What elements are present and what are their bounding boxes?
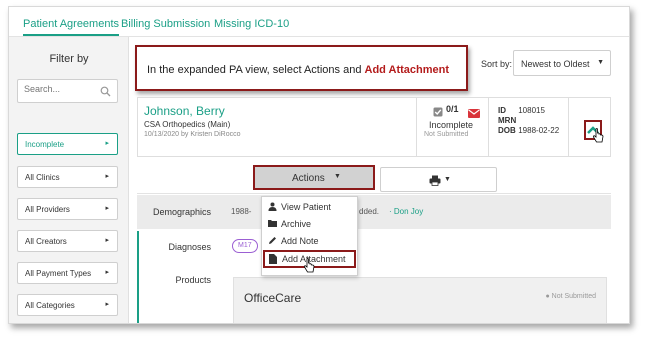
tab-billing-submission[interactable]: Billing Submission (121, 18, 210, 30)
actions-row: Actions ▼ ▼ (137, 158, 611, 194)
instruction-callout: In the expanded PA view, select Actions … (135, 45, 468, 91)
caret-right-icon: ▸ (105, 173, 109, 180)
caret-right-icon: ▸ (105, 205, 109, 212)
patient-ids: ID 108015 MRN DOB 1988-02-22 (498, 106, 559, 136)
mrn-label: MRN (498, 116, 517, 125)
id-label: ID (498, 106, 506, 115)
demographics-tail: dded. (359, 207, 380, 216)
filter-clinics-label: All Clinics (25, 173, 60, 182)
callout-text: In the expanded PA view, select Actions … (147, 64, 365, 76)
search-box[interactable] (17, 79, 118, 103)
filter-status[interactable]: Incomplete ▸ (17, 133, 118, 155)
caret-right-icon: ▸ (105, 301, 109, 308)
column-divider (488, 98, 489, 156)
dob-value: 1988-02-22 (518, 126, 560, 135)
tab-missing-icd10[interactable]: Missing ICD-10 (214, 18, 289, 30)
product-status-label: Not Submitted (551, 293, 596, 300)
caret-down-icon: ▼ (597, 59, 604, 66)
menu-item-view-patient[interactable]: View Patient (262, 199, 357, 215)
menu-item-label: Archive (281, 219, 312, 229)
menu-item-label: Add Note (281, 236, 319, 246)
demographics-link-label: Don Joy (393, 207, 424, 216)
patient-name-link[interactable]: Johnson, Berry (144, 104, 225, 118)
printer-icon (429, 175, 441, 186)
filter-categories-label: All Categories (25, 301, 75, 310)
app-window: Patient Agreements Billing Submission Mi… (8, 6, 630, 324)
product-name: OfficeCare (244, 291, 302, 305)
hand-cursor-icon (592, 128, 604, 143)
caret-right-icon: ▸ (105, 269, 109, 276)
user-icon (268, 202, 277, 213)
sort-value: Newest to Oldest (521, 59, 590, 69)
file-icon (269, 254, 277, 266)
search-icon[interactable] (100, 84, 111, 102)
print-button[interactable]: ▼ (380, 167, 497, 192)
filter-clinics[interactable]: All Clinics ▸ (17, 166, 118, 188)
column-divider (416, 98, 417, 156)
created-info: 10/13/2020 by Kristen DiRocco (144, 131, 241, 138)
tab-patient-agreements[interactable]: Patient Agreements (23, 18, 120, 36)
product-status: ● Not Submitted (545, 293, 596, 300)
caret-down-icon: ▼ (334, 173, 341, 180)
tab-bar: Patient Agreements Billing Submission Mi… (9, 7, 629, 37)
filter-providers-label: All Providers (25, 205, 70, 214)
filter-payment-types-label: All Payment Types (25, 269, 92, 278)
product-card[interactable]: OfficeCare ● Not Submitted (233, 277, 607, 323)
main-content: In the expanded PA view, select Actions … (135, 37, 629, 323)
sort-label: Sort by: (481, 59, 513, 69)
search-input[interactable] (24, 84, 94, 94)
submission-status: Not Submitted (424, 131, 469, 138)
actions-button[interactable]: Actions ▼ (253, 165, 375, 190)
column-divider (568, 98, 569, 156)
filter-creators-label: All Creators (25, 237, 67, 246)
status-count: 0/1 (446, 104, 459, 114)
menu-item-label: View Patient (281, 202, 331, 212)
filter-providers[interactable]: All Providers ▸ (17, 198, 118, 220)
filter-payment-types[interactable]: All Payment Types ▸ (17, 262, 118, 284)
status-text: Incomplete (429, 120, 474, 130)
hand-cursor-icon (303, 258, 315, 273)
demographics-label: Demographics (152, 207, 211, 217)
dob-label: DOB (498, 126, 516, 135)
filter-creators[interactable]: All Creators ▸ (17, 230, 118, 252)
diagnosis-tag[interactable]: M17 (232, 239, 258, 253)
id-value: 108015 (518, 106, 545, 115)
clinic-name: CSA Orthopedics (Main) (144, 120, 231, 129)
demographics-link[interactable]: · Don Joy (389, 207, 423, 216)
filter-sidebar: Filter by Incomplete ▸ All Clinics ▸ All… (9, 37, 129, 323)
callout-highlight: Add Attachment (364, 64, 450, 76)
folder-icon (268, 219, 277, 229)
actions-button-label: Actions (292, 173, 325, 184)
filter-categories[interactable]: All Categories ▸ (17, 294, 118, 316)
caret-right-icon: ▸ (105, 140, 109, 147)
caret-down-icon: ▼ (444, 176, 451, 183)
sort-select[interactable]: Newest to Oldest ▼ (513, 50, 611, 76)
diagnoses-row: Diagnoses (137, 240, 611, 260)
demographics-value: 1988- (231, 207, 252, 216)
filter-status-label: Incomplete (25, 140, 65, 149)
demographics-row: Demographics 1988- dded. · Don Joy (137, 195, 611, 229)
menu-item-add-note[interactable]: Add Note (262, 233, 357, 249)
products-label: Products (175, 275, 211, 285)
filter-title: Filter by (49, 53, 89, 65)
patient-agreement-card: Johnson, Berry CSA Orthopedics (Main) 10… (137, 97, 611, 157)
diagnoses-label: Diagnoses (168, 242, 211, 252)
pencil-icon (268, 236, 277, 247)
menu-item-archive[interactable]: Archive (262, 216, 357, 232)
caret-right-icon: ▸ (105, 237, 109, 244)
